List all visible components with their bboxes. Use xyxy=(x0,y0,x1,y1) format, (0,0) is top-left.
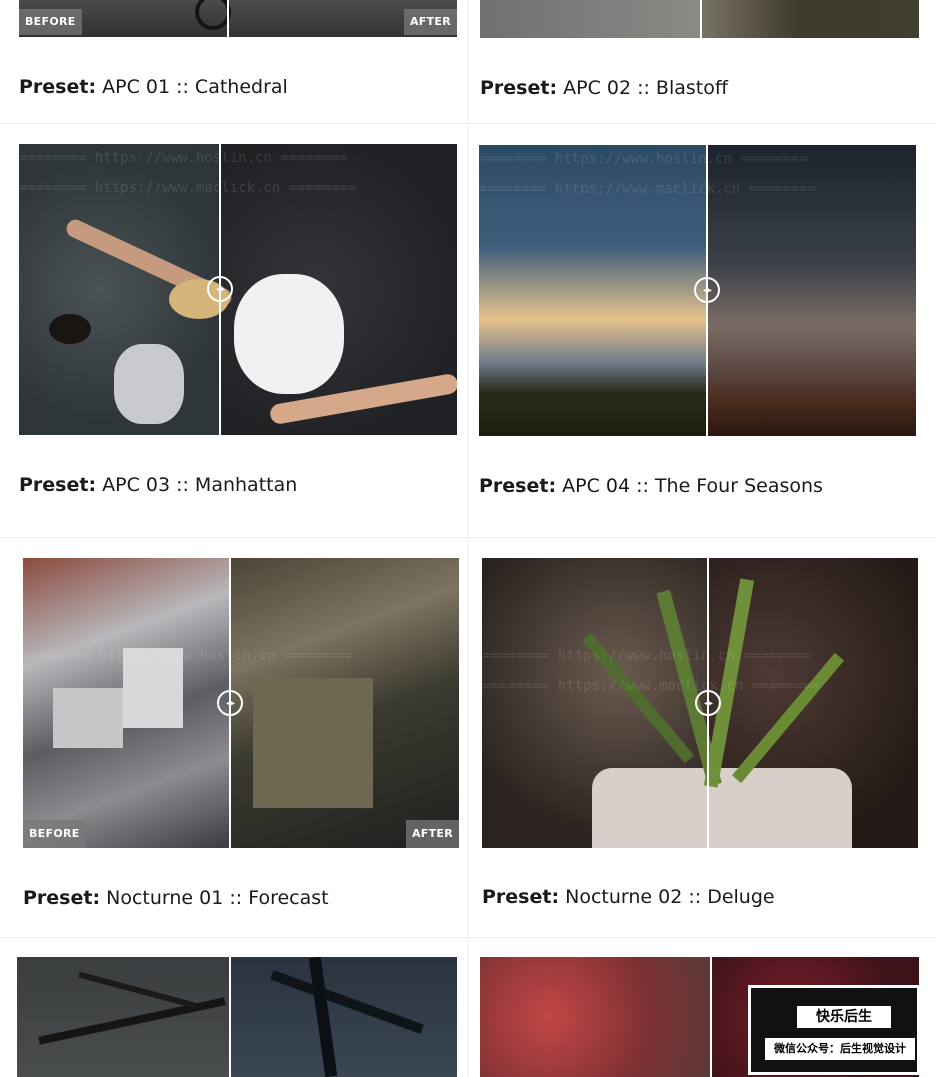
preset-prefix: Preset: xyxy=(482,886,560,908)
preset-caption: Preset: APC 04 :: The Four Seasons xyxy=(479,475,823,497)
preset-name: APC 02 :: Blastoff xyxy=(563,77,728,99)
preset-caption: Preset: Nocturne 02 :: Deluge xyxy=(482,886,775,908)
comparison-image-four-seasons[interactable]: ◂▸ ======== https://www.hoslin.cn ======… xyxy=(479,145,916,436)
preset-prefix: Preset: xyxy=(479,475,557,497)
preset-name: Nocturne 01 :: Forecast xyxy=(106,887,329,909)
column-divider xyxy=(468,0,469,1077)
row-divider xyxy=(0,937,936,938)
comparison-image-cathedral[interactable]: BEFORE AFTER xyxy=(19,0,457,37)
badge-title: 快乐后生 xyxy=(797,1006,891,1028)
preset-caption: Preset: APC 01 :: Cathedral xyxy=(19,76,288,98)
compare-arrows-icon[interactable]: ◂▸ xyxy=(694,277,720,303)
compare-split-line[interactable] xyxy=(229,957,231,1077)
watermark-badge: 快乐后生 微信公众号：后生视觉设计 xyxy=(748,985,920,1075)
preset-name: APC 01 :: Cathedral xyxy=(102,76,288,98)
compare-split-line[interactable] xyxy=(710,957,712,1077)
row-divider xyxy=(0,537,936,538)
preset-prefix: Preset: xyxy=(23,887,101,909)
preset-name: Nocturne 02 :: Deluge xyxy=(565,886,775,908)
row-divider xyxy=(0,123,936,124)
preset-prefix: Preset: xyxy=(19,76,97,98)
compare-arrows-icon[interactable]: ◂▸ xyxy=(207,276,233,302)
after-label: AFTER xyxy=(405,820,459,848)
before-label: BEFORE xyxy=(19,9,82,35)
before-label: BEFORE xyxy=(23,820,86,848)
comparison-image-manhattan[interactable]: ◂▸ ======== https://www.hoslin.cn ======… xyxy=(19,144,457,435)
comparison-image-forecast[interactable]: ◂▸ BEFORE AFTER ======== https://www.hos… xyxy=(23,558,459,848)
preset-prefix: Preset: xyxy=(19,474,97,496)
after-label: AFTER xyxy=(403,9,457,35)
preset-caption: Preset: APC 02 :: Blastoff xyxy=(480,77,728,99)
badge-subtitle: 微信公众号：后生视觉设计 xyxy=(765,1038,915,1060)
preset-caption: Preset: Nocturne 01 :: Forecast xyxy=(23,887,329,909)
comparison-image-deluge[interactable]: ◂▸ ======== https://www.hoslin.cn ======… xyxy=(482,558,918,848)
compare-arrows-icon[interactable]: ◂▸ xyxy=(695,690,721,716)
preset-name: APC 04 :: The Four Seasons xyxy=(562,475,823,497)
preset-name: APC 03 :: Manhattan xyxy=(102,474,298,496)
compare-split-line[interactable] xyxy=(227,0,229,37)
preset-prefix: Preset: xyxy=(480,77,558,99)
preset-caption: Preset: APC 03 :: Manhattan xyxy=(19,474,297,496)
compare-split-line[interactable] xyxy=(700,0,702,38)
comparison-image-tree[interactable] xyxy=(17,957,457,1077)
compare-arrows-icon[interactable]: ◂▸ xyxy=(217,690,243,716)
comparison-image-blastoff[interactable] xyxy=(480,0,919,38)
